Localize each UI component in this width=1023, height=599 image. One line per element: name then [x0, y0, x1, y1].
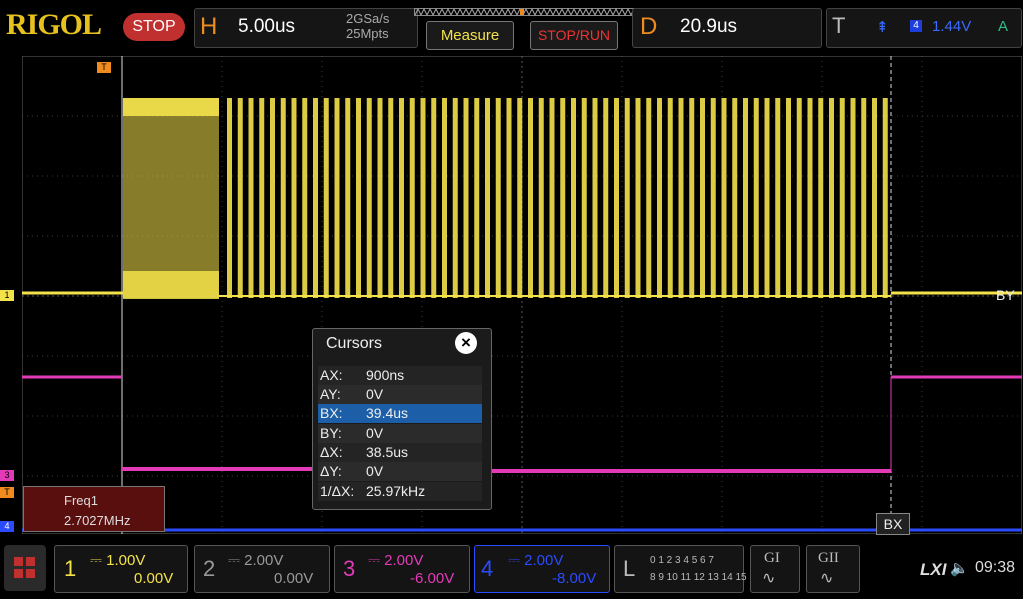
decode-2-label: GII [818, 550, 839, 566]
timebase-value: 5.00us [238, 16, 296, 37]
channel-3-number: 3 [343, 556, 356, 581]
clock: 09:38 [975, 559, 1016, 576]
cursor-row-value: 39.4us [366, 405, 409, 421]
wave-icon: ∿ [820, 570, 834, 587]
measurement-value: 2.7027MHz [64, 513, 131, 528]
dc-coupling-icon: ⎓ [90, 552, 107, 569]
cursors-dialog-title: Cursors [326, 335, 383, 352]
trigger-mode: A [998, 18, 1009, 35]
cursor-bx-label[interactable]: BX [876, 513, 910, 535]
trigger-position-marker[interactable]: T [97, 62, 111, 73]
wave-icon: ∿ [762, 570, 776, 587]
channel-1-offset: 0.00V [134, 570, 174, 587]
logic-label: L [623, 556, 636, 581]
logic-channels-row2: 8 9 10 11 12 13 14 15 [650, 572, 747, 583]
cursor-row-2[interactable]: BX: 39.4us [318, 404, 482, 423]
dc-coupling-icon: ⎓ [508, 552, 525, 569]
cursor-row-3[interactable]: BY: 0V [318, 424, 482, 443]
cursor-row-key: AY: [320, 386, 341, 402]
cursor-row-value: 38.5us [366, 444, 409, 460]
cursor-row-key: 1/ΔX: [320, 483, 355, 499]
trigger-level-marker[interactable]: T [0, 487, 14, 498]
channel-4-scale: 2.00V [524, 552, 564, 569]
speaker-icon[interactable]: 🔈 [950, 559, 969, 577]
channel-2-offset: 0.00V [274, 570, 314, 587]
cursor-row-key: AX: [320, 367, 343, 383]
horizontal-label: H [200, 13, 218, 40]
cursor-row-1[interactable]: AY: 0V [318, 385, 482, 404]
waveform-canvas [22, 56, 1022, 534]
memory-depth: 25Mpts [346, 26, 389, 41]
close-icon[interactable]: × [455, 332, 477, 354]
channel-4-offset: -8.00V [552, 570, 597, 587]
stop-run-button[interactable]: STOP/RUN [530, 21, 618, 50]
cursor-row-key: BX: [320, 405, 343, 421]
dc-coupling-icon: ⎓ [228, 552, 245, 569]
trigger-slope-icon: ⇞ [876, 19, 889, 36]
measure-button[interactable]: Measure [426, 21, 514, 50]
cursor-row-value: 0V [366, 463, 384, 479]
cursor-by-label[interactable]: BY [996, 284, 1022, 306]
channel-3-offset: -6.00V [410, 570, 455, 587]
trigger-label: T [832, 13, 846, 38]
channel-2-number: 2 [203, 556, 216, 581]
channel-1-scale: 1.00V [106, 552, 146, 569]
delay-label: D [640, 13, 658, 40]
cursor-row-0[interactable]: AX: 900ns [318, 366, 482, 385]
memory-position-bar [414, 8, 634, 16]
cursor-row-5[interactable]: ΔY: 0V [318, 462, 482, 481]
lxi-logo: LXI [920, 560, 947, 579]
cursor-row-value: 900ns [366, 367, 405, 383]
channel-2-scale: 2.00V [244, 552, 284, 569]
grid-menu-icon [14, 557, 35, 578]
cursor-row-value: 0V [366, 386, 384, 402]
channel-4-number: 4 [481, 556, 494, 581]
cursor-row-value: 25.97kHz [366, 483, 426, 499]
cursor-row-key: BY: [320, 425, 342, 441]
logic-channels-row1: 0 1 2 3 4 5 6 7 [650, 555, 714, 566]
rigol-logo: RIGOL [6, 8, 102, 41]
channel-1-trace [22, 98, 1022, 299]
waveform-display[interactable] [22, 56, 1022, 534]
cursor-row-key: ΔX: [320, 444, 343, 460]
channel-3-marker[interactable]: 3 [0, 470, 14, 481]
dc-coupling-icon: ⎓ [368, 552, 385, 569]
cursor-row-6[interactable]: 1/ΔX: 25.97kHz [318, 482, 482, 501]
channel-3-scale: 2.00V [384, 552, 424, 569]
channel-1-marker[interactable]: 1 [0, 290, 14, 301]
cursor-row-value: 0V [366, 425, 384, 441]
cursor-row-key: ΔY: [320, 463, 342, 479]
memory-position-pattern [415, 9, 633, 15]
channel-4-marker[interactable]: 4 [0, 521, 14, 532]
trigger-level: 1.44V [932, 18, 972, 35]
run-state-indicator[interactable]: STOP [123, 13, 185, 41]
home-menu-button[interactable] [4, 545, 46, 591]
measurement-label: Freq1 [64, 493, 98, 508]
cursor-row-4[interactable]: ΔX: 38.5us [318, 443, 482, 462]
decode-1-label: GI [764, 550, 780, 566]
delay-value: 20.9us [680, 16, 738, 37]
channel-1-number: 1 [64, 556, 77, 581]
trigger-source-badge: 4 [910, 20, 922, 32]
sample-rate: 2GSa/s [346, 11, 390, 26]
trigger-panel[interactable] [826, 8, 1022, 48]
